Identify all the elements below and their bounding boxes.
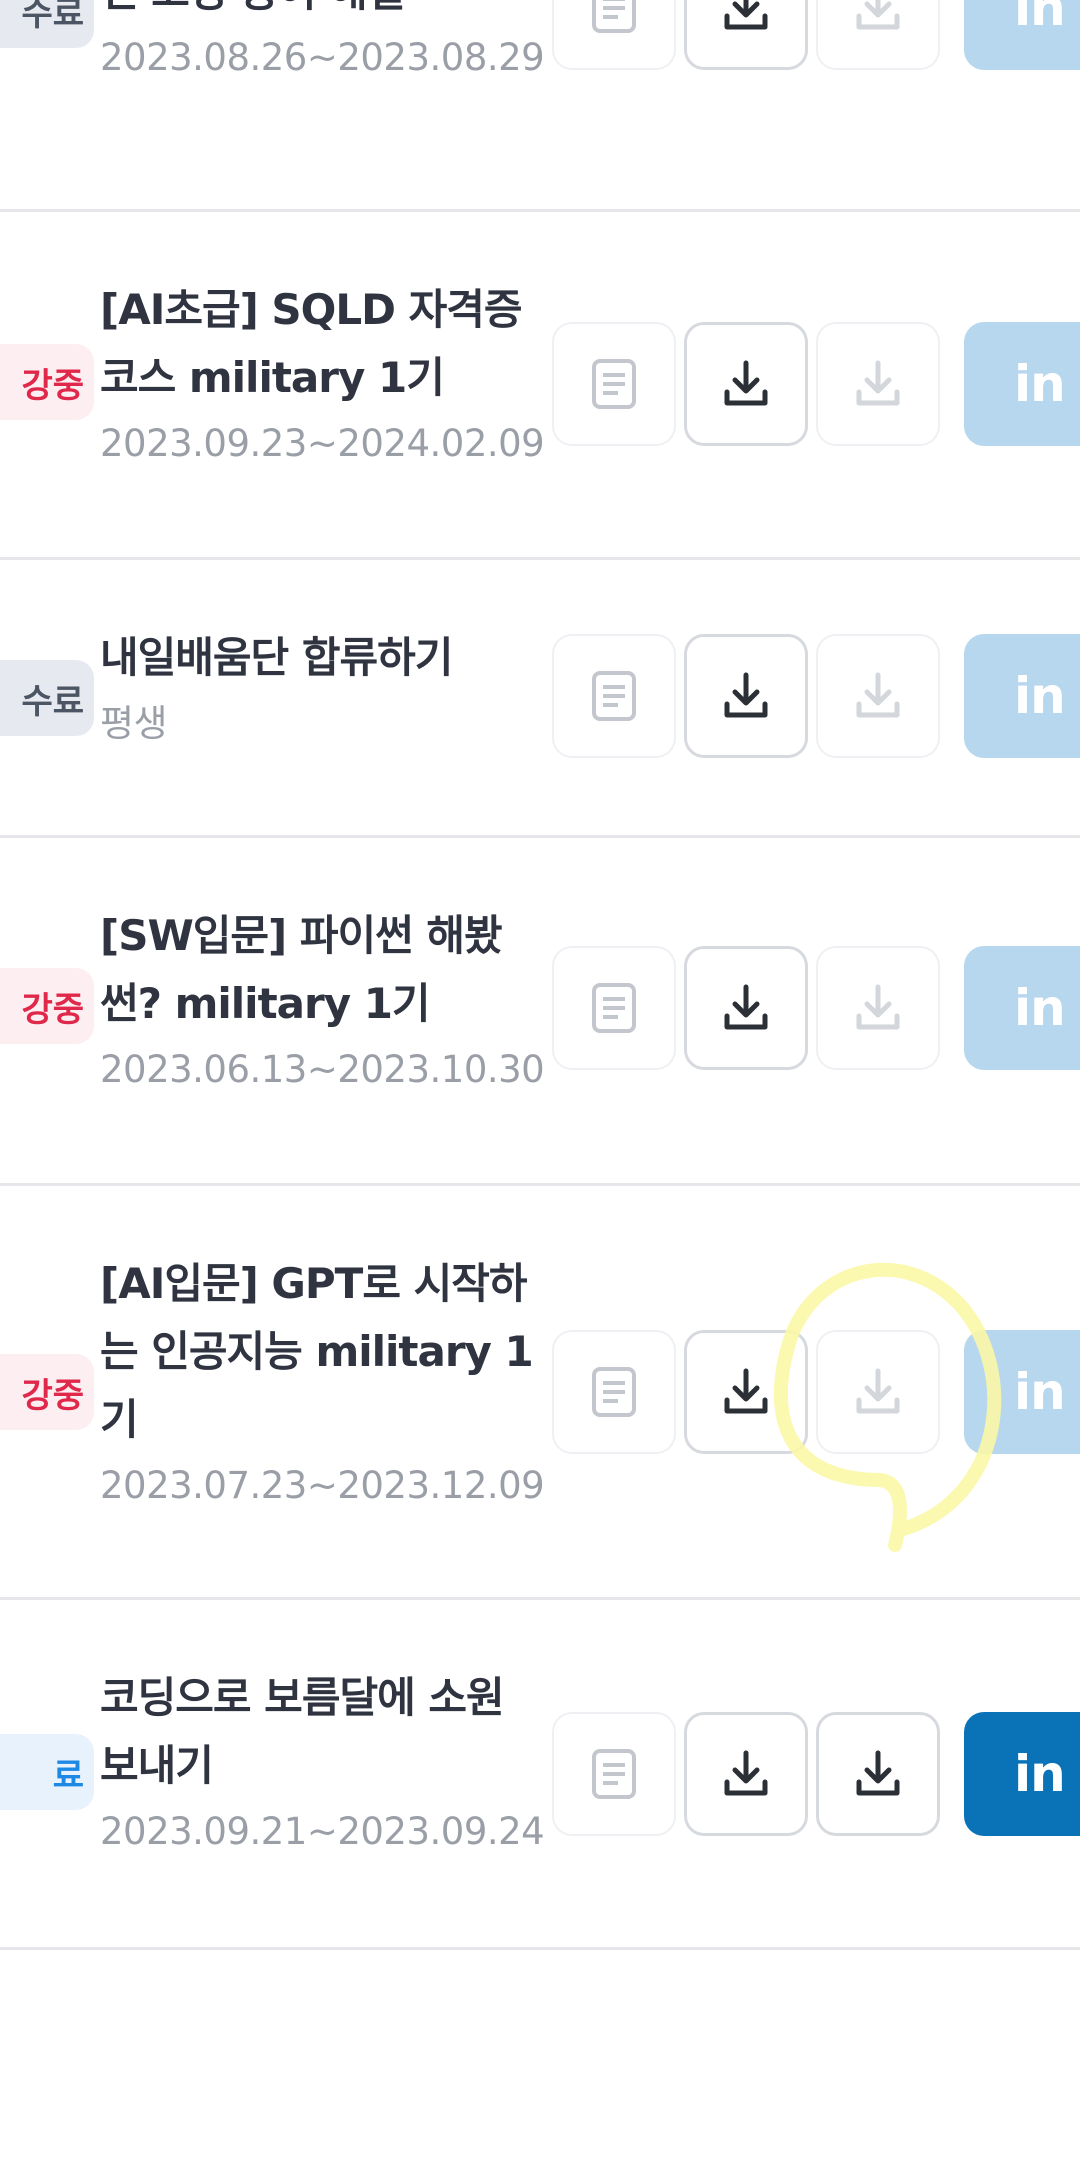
linkedin-icon: in <box>1014 667 1066 725</box>
status-badge: 수료 <box>0 0 94 48</box>
download-button[interactable] <box>684 634 808 758</box>
linkedin-icon: in <box>1014 1363 1066 1421</box>
course-title[interactable]: 인 코딩 용어 해설 - <box>100 0 550 26</box>
course-info: 인 코딩 용어 해설 - 2023.08.26~2023.08.29 <box>100 0 550 86</box>
download-icon <box>853 1367 903 1417</box>
document-icon <box>590 358 638 410</box>
linkedin-share-button[interactable]: in <box>964 946 1080 1070</box>
linkedin-icon: in <box>1014 0 1066 37</box>
status-badge: 강중 <box>0 1354 94 1430</box>
course-title-line: 코딩으로 보름달에 소원 <box>100 1673 505 1722</box>
course-title-line: 는 인공지능 military 1 <box>100 1327 534 1376</box>
course-title[interactable]: 내일배움단 합류하기 <box>100 624 550 692</box>
document-icon <box>590 1748 638 1800</box>
course-title-line: 썬? military 1기 <box>100 979 431 1028</box>
linkedin-icon: in <box>1014 1745 1066 1803</box>
download-icon <box>853 0 903 33</box>
view-report-button[interactable] <box>552 0 676 70</box>
status-badge: 강중 <box>0 344 94 420</box>
document-icon <box>590 1366 638 1418</box>
linkedin-icon: in <box>1014 979 1066 1037</box>
document-icon <box>590 982 638 1034</box>
certificate-download-button[interactable] <box>816 0 940 70</box>
linkedin-share-button[interactable]: in <box>964 0 1080 70</box>
course-info: [AI초급] SQLD 자격증코스 military 1기 2023.09.23~… <box>100 276 550 472</box>
linkedin-share-button[interactable]: in <box>964 322 1080 446</box>
course-info: [AI입문] GPT로 시작하는 인공지능 military 1 기 2023.07… <box>100 1250 550 1514</box>
course-period: 2023.09.23~2024.02.09 <box>100 422 545 465</box>
view-report-button[interactable] <box>552 946 676 1070</box>
status-badge: 수료 <box>0 660 94 736</box>
download-icon <box>721 359 771 409</box>
view-report-button[interactable] <box>552 634 676 758</box>
download-icon <box>853 671 903 721</box>
linkedin-share-button[interactable]: in <box>964 1712 1080 1836</box>
course-title-line: [AI초급] SQLD 자격증 <box>100 285 523 334</box>
view-report-button[interactable] <box>552 1712 676 1836</box>
course-title-line: 기 <box>100 1395 139 1444</box>
download-button[interactable] <box>684 322 808 446</box>
download-icon <box>853 1749 903 1799</box>
certificate-download-button[interactable] <box>816 322 940 446</box>
download-button[interactable] <box>684 1330 808 1454</box>
download-button[interactable] <box>684 946 808 1070</box>
course-row: 강중 [AI입문] GPT로 시작하는 인공지능 military 1 기 2023.… <box>0 1186 1080 1600</box>
course-period: 2023.07.23~2023.12.09 <box>100 1464 545 1507</box>
course-row: 수료 내일배움단 합류하기평생 in <box>0 560 1080 838</box>
certificate-download-button[interactable] <box>816 946 940 1070</box>
download-icon <box>721 0 771 33</box>
download-icon <box>853 359 903 409</box>
course-period: 2023.09.21~2023.09.24 <box>100 1810 545 1853</box>
download-icon <box>721 983 771 1033</box>
status-badge: 강중 <box>0 968 94 1044</box>
course-period: 2023.08.26~2023.08.29 <box>100 36 545 79</box>
course-title-line: [SW입문] 파이썬 해봤 <box>100 911 503 960</box>
course-title-line: 코스 military 1기 <box>100 353 445 402</box>
course-title[interactable]: [SW입문] 파이썬 해봤썬? military 1기 <box>100 902 550 1038</box>
view-report-button[interactable] <box>552 322 676 446</box>
document-icon <box>590 670 638 722</box>
linkedin-icon: in <box>1014 355 1066 413</box>
certificate-download-button[interactable] <box>816 1712 940 1836</box>
course-row: 료 코딩으로 보름달에 소원보내기 2023.09.21~2023.09.24 in <box>0 1600 1080 1950</box>
download-icon <box>853 983 903 1033</box>
course-title[interactable]: [AI입문] GPT로 시작하는 인공지능 military 1 기 <box>100 1250 550 1454</box>
course-period: 평생 <box>100 702 168 745</box>
course-period: 2023.06.13~2023.10.30 <box>100 1048 545 1091</box>
course-title-line: 보내기 <box>100 1741 214 1790</box>
course-row: 강중 [AI초급] SQLD 자격증코스 military 1기 2023.09.2… <box>0 212 1080 560</box>
linkedin-share-button[interactable]: in <box>964 634 1080 758</box>
certificate-download-button[interactable] <box>816 1330 940 1454</box>
document-icon <box>590 0 638 34</box>
course-info: 내일배움단 합류하기평생 <box>100 624 550 752</box>
download-icon <box>721 1367 771 1417</box>
download-icon <box>721 1749 771 1799</box>
course-title[interactable]: [AI초급] SQLD 자격증코스 military 1기 <box>100 276 550 412</box>
course-title[interactable]: 코딩으로 보름달에 소원보내기 <box>100 1664 550 1800</box>
course-row: 수료인 코딩 용어 해설 - 2023.08.26~2023.08.29 in <box>0 0 1080 212</box>
course-title-line: 인 코딩 용어 해설 - <box>100 0 550 26</box>
course-info: 코딩으로 보름달에 소원보내기 2023.09.21~2023.09.24 <box>100 1664 550 1860</box>
course-row: 강중 [SW입문] 파이썬 해봤썬? military 1기 2023.06.13~… <box>0 838 1080 1186</box>
course-info: [SW입문] 파이썬 해봤썬? military 1기 2023.06.13~20… <box>100 902 550 1098</box>
linkedin-share-button[interactable]: in <box>964 1330 1080 1454</box>
download-icon <box>721 671 771 721</box>
download-button[interactable] <box>684 1712 808 1836</box>
certificate-download-button[interactable] <box>816 634 940 758</box>
download-button[interactable] <box>684 0 808 70</box>
course-title-line: 내일배움단 합류하기 <box>100 633 453 682</box>
course-title-line: [AI입문] GPT로 시작하 <box>100 1259 528 1308</box>
view-report-button[interactable] <box>552 1330 676 1454</box>
status-badge: 료 <box>0 1734 94 1810</box>
